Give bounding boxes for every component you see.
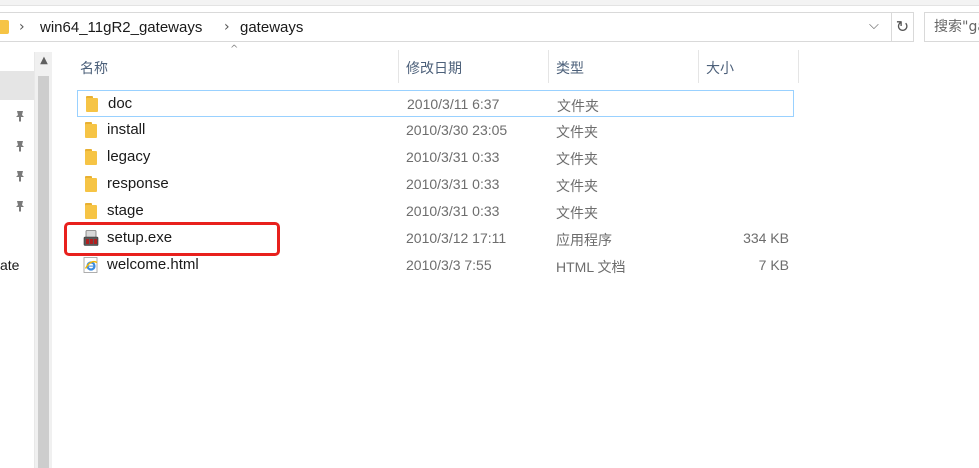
file-type: 文件夹 [556,124,598,140]
refresh-button[interactable]: ↻ [892,12,914,42]
column-header-name[interactable]: 名称 [80,58,108,78]
file-type: 文件夹 [556,178,598,194]
search-box[interactable] [924,12,979,42]
file-date: 2010/3/3 7:55 [406,257,492,273]
search-input[interactable] [925,13,979,41]
folder-icon [83,122,99,138]
nav-scrollbar[interactable]: ▲ [34,52,52,468]
file-name: legacy [107,148,151,165]
folder-icon [83,149,99,165]
file-row-doc[interactable]: doc 2010/3/11 6:37 文件夹 [77,90,794,117]
column-divider[interactable] [798,50,799,83]
breadcrumb-item-win64[interactable]: win64_11gR2_gateways [40,19,202,36]
file-name: response [107,175,169,192]
column-divider[interactable] [698,50,699,83]
column-divider[interactable] [398,50,399,83]
pin-icon [16,141,24,152]
nav-item-label[interactable]: ate [0,257,19,273]
pin-icon [16,201,24,212]
file-name: welcome.html [107,256,199,273]
highlight-annotation [64,222,280,256]
ie-html-icon [83,257,98,273]
file-type: 文件夹 [556,205,598,221]
pin-icon [16,171,24,182]
file-row-legacy[interactable]: legacy 2010/3/31 0:33 文件夹 [77,144,794,171]
column-header-type[interactable]: 类型 [556,58,584,78]
nav-item-selected[interactable] [0,71,34,100]
file-row-stage[interactable]: stage 2010/3/31 0:33 文件夹 [77,198,794,225]
file-type: 文件夹 [556,151,598,167]
ribbon-bottom-edge [0,0,979,6]
chevron-down-icon[interactable]: ⌵ [869,18,879,33]
folder-icon [83,203,99,219]
navigation-pane: ate [0,52,34,468]
file-size: 7 KB [758,257,789,273]
file-date: 2010/3/31 0:33 [406,149,500,165]
scrollbar-thumb[interactable] [38,76,49,468]
pin-icon [16,111,24,122]
folder-icon [84,96,100,112]
file-name: install [107,121,146,138]
folder-icon [83,176,99,192]
file-row-welcome-html[interactable]: welcome.html 2010/3/3 7:55 HTML 文档 7 KB [77,252,794,279]
breadcrumb-item-gateways[interactable]: gateways [240,19,303,36]
file-date: 2010/3/12 17:11 [406,230,507,246]
sort-ascending-icon: ^ [230,44,239,55]
breadcrumb-separator[interactable]: › [19,19,25,35]
file-type: 文件夹 [557,98,599,114]
column-divider[interactable] [548,50,549,83]
file-name: stage [107,202,144,219]
file-row-response[interactable]: response 2010/3/31 0:33 文件夹 [77,171,794,198]
file-name: doc [108,95,133,112]
file-type: HTML 文档 [556,259,626,275]
refresh-icon: ↻ [895,17,910,36]
file-type: 应用程序 [556,232,612,248]
file-date: 2010/3/11 6:37 [407,96,500,112]
file-size: 334 KB [743,230,789,246]
file-row-install[interactable]: install 2010/3/30 23:05 文件夹 [77,117,794,144]
folder-icon [0,20,9,34]
file-date: 2010/3/31 0:33 [406,203,500,219]
scroll-up-arrow-icon[interactable]: ▲ [35,52,53,70]
column-header-date[interactable]: 修改日期 [406,58,462,78]
file-date: 2010/3/31 0:33 [406,176,500,192]
address-bar[interactable]: › win64_11gR2_gateways › gateways ⌵ [0,12,892,42]
breadcrumb-separator[interactable]: › [224,19,230,35]
column-header-size[interactable]: 大小 [706,58,734,78]
file-date: 2010/3/30 23:05 [406,122,508,138]
